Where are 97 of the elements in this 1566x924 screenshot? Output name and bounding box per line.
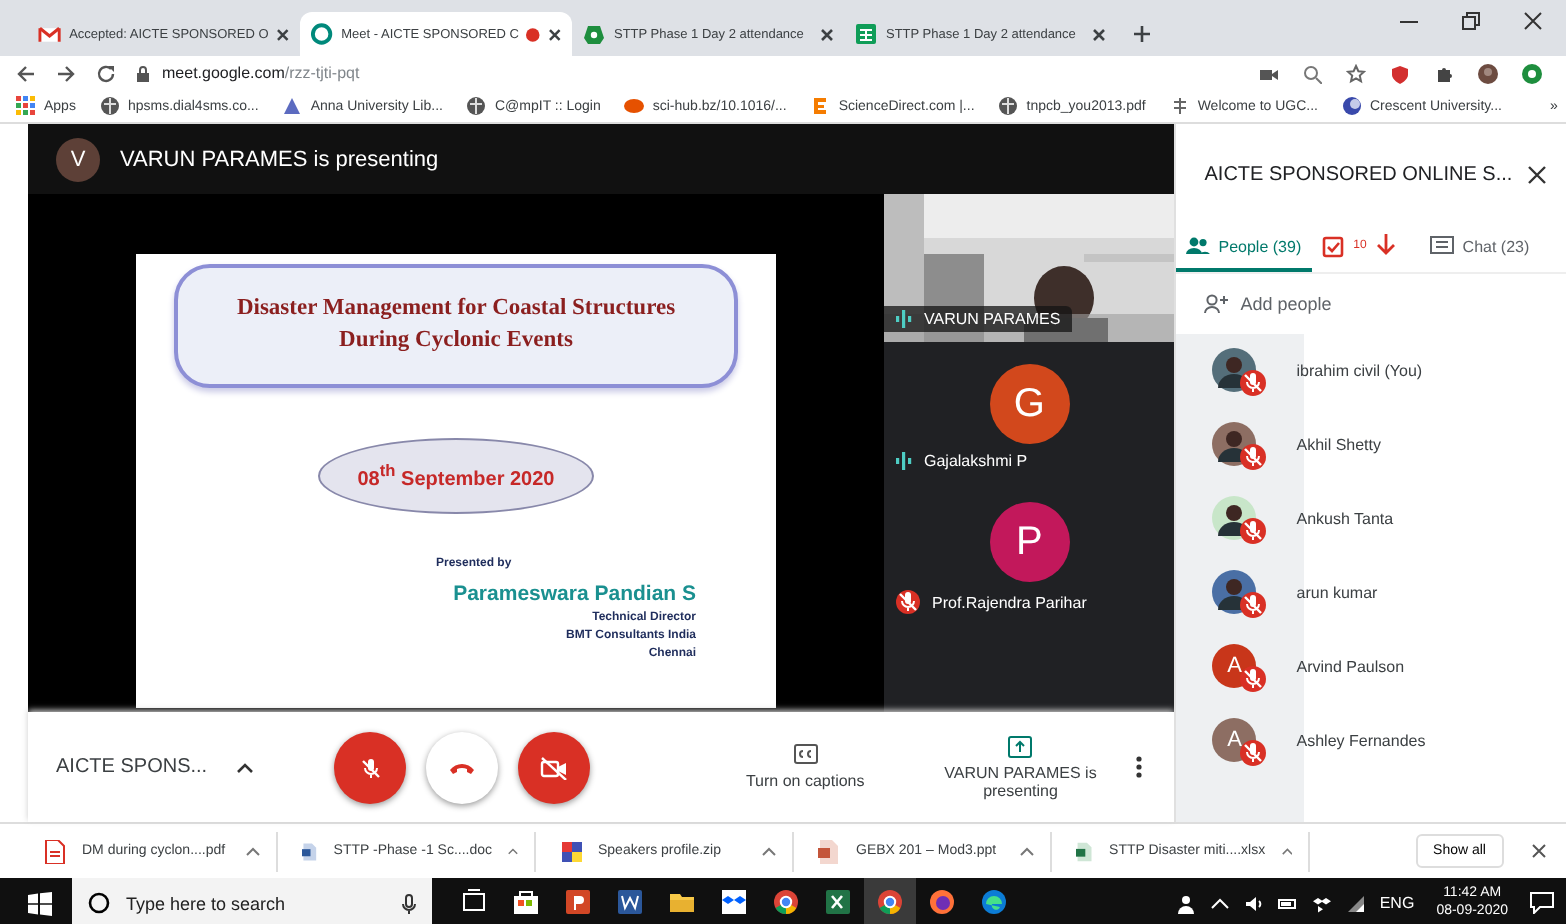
- globe-icon: [998, 96, 1019, 116]
- task-view-icon: [460, 887, 488, 915]
- restore-icon[interactable]: [1462, 12, 1480, 30]
- file-icon: [302, 839, 318, 863]
- avatar-initial: P: [989, 502, 1070, 582]
- search-icon: [88, 892, 110, 914]
- caret-up-icon[interactable]: [236, 761, 254, 773]
- captions-icon: [793, 744, 818, 764]
- address-field[interactable]: meet.google.com/rzz-tjti-pqt: [136, 64, 1238, 82]
- slide-date: 08$^{th}$ September 2020: [318, 438, 594, 514]
- avatar-icon[interactable]: [1478, 63, 1498, 83]
- caret-up-icon[interactable]: [1209, 893, 1230, 913]
- globe-icon: [99, 96, 120, 116]
- mail-icon: [38, 22, 62, 46]
- presenting-text: VARUN PARAMES is presenting: [120, 147, 439, 171]
- close-icon[interactable]: [1532, 844, 1546, 858]
- forward-icon[interactable]: [56, 63, 76, 83]
- site-icon: [624, 96, 645, 116]
- new-tab-icon[interactable]: [1132, 24, 1152, 44]
- emblem-icon: [1169, 96, 1190, 116]
- meeting-name: AICTE SPONS...: [56, 756, 210, 778]
- participant-name: ibrahim civil (You): [1296, 362, 1423, 380]
- notification-icon[interactable]: [1530, 892, 1554, 914]
- file-icon: [1076, 839, 1094, 863]
- puzzle-icon[interactable]: [1434, 63, 1454, 83]
- battery-icon[interactable]: [1277, 893, 1298, 913]
- participant-name: VARUN PARAMES: [924, 310, 1061, 328]
- slide-title: Disaster Management for Coastal Structures During Cyclonic Events: [174, 264, 738, 388]
- search-field[interactable]: Type here to search: [122, 891, 390, 915]
- people-tab[interactable]: People (39): [1176, 224, 1312, 272]
- close-icon[interactable]: [1528, 165, 1546, 183]
- chat-tab[interactable]: Chat (23): [1420, 224, 1540, 272]
- meet-icon: [310, 22, 334, 46]
- apps-icon: [16, 96, 36, 116]
- zoom-icon[interactable]: [1302, 63, 1322, 83]
- file-icon: [44, 839, 66, 863]
- participant-name: arun kumar: [1296, 584, 1378, 602]
- participant-name: Ashley Fernandes: [1296, 732, 1426, 750]
- presenter-avatar: V: [56, 137, 100, 181]
- captions-button[interactable]: Turn on captions: [745, 744, 865, 790]
- star-icon[interactable]: [1346, 63, 1366, 83]
- globe-icon: [466, 96, 487, 116]
- people-icon: [1186, 235, 1211, 257]
- present-icon: [1008, 735, 1033, 757]
- participant-name: Arvind Paulson: [1296, 658, 1405, 676]
- site-icon: [810, 96, 831, 116]
- url-text: meet.google.com/rzz-tjti-pqt: [162, 64, 360, 82]
- close-icon[interactable]: [820, 27, 834, 41]
- file-icon: [818, 839, 840, 863]
- language-indicator[interactable]: ENG: [1379, 894, 1415, 912]
- checkbox-icon: [1321, 235, 1346, 257]
- camera-off-button[interactable]: [518, 731, 590, 803]
- close-icon[interactable]: [548, 27, 562, 41]
- microphone-icon: [402, 893, 416, 913]
- hang-up-button[interactable]: [426, 731, 498, 803]
- camera-off-icon: [540, 755, 568, 779]
- close-icon[interactable]: [276, 27, 290, 41]
- extension-icon[interactable]: [1522, 63, 1542, 83]
- add-people-button[interactable]: Add people: [1176, 274, 1566, 334]
- bag-icon: [512, 887, 540, 915]
- down-arrow-icon: [1376, 233, 1397, 255]
- taskbar-app[interactable]: [864, 878, 916, 924]
- spreadsheet-app-icon: [824, 887, 852, 915]
- reload-icon[interactable]: [96, 63, 116, 83]
- site-icon: [1342, 96, 1362, 116]
- file-icon: [560, 839, 582, 863]
- chat-icon: [1430, 235, 1455, 257]
- document-app-icon: [616, 887, 644, 915]
- person-icon[interactable]: [1175, 893, 1196, 913]
- edge-icon: [980, 887, 1008, 915]
- more-options-icon[interactable]: [1136, 756, 1143, 778]
- panel-title: AICTE SPONSORED ONLINE S...: [1204, 163, 1513, 185]
- library-icon: [282, 96, 303, 116]
- browser-icon: [876, 887, 904, 915]
- participant-name: Akhil Shetty: [1296, 436, 1381, 454]
- phone-icon: [450, 761, 474, 773]
- add-person-icon: [1204, 294, 1231, 314]
- presentation-app-icon: [564, 887, 592, 915]
- fox-icon: [928, 887, 956, 915]
- back-icon[interactable]: [16, 63, 36, 83]
- close-icon[interactable]: [1524, 12, 1542, 30]
- speaker-icon[interactable]: [1243, 893, 1264, 913]
- participant-name: Ankush Tanta: [1296, 510, 1394, 528]
- lock-icon: [136, 65, 150, 81]
- avatar-initial: G: [989, 364, 1070, 444]
- mute-button[interactable]: [334, 731, 406, 803]
- present-button[interactable]: VARUN PARAMES is presenting: [940, 735, 1101, 799]
- drive-icon: [582, 22, 606, 46]
- presenter-name: Parameswara Pandian S: [453, 582, 696, 606]
- close-icon[interactable]: [1092, 27, 1106, 41]
- windows-icon[interactable]: [28, 891, 52, 915]
- participant-name: Prof.Rajendra Parihar: [932, 593, 1087, 611]
- browser-icon: [772, 887, 800, 915]
- shield-icon[interactable]: [1390, 63, 1410, 83]
- search-box[interactable]: Type here to search: [72, 878, 432, 924]
- participant-name: Gajalakshmi P: [924, 452, 1028, 470]
- sheet-icon: [854, 22, 878, 46]
